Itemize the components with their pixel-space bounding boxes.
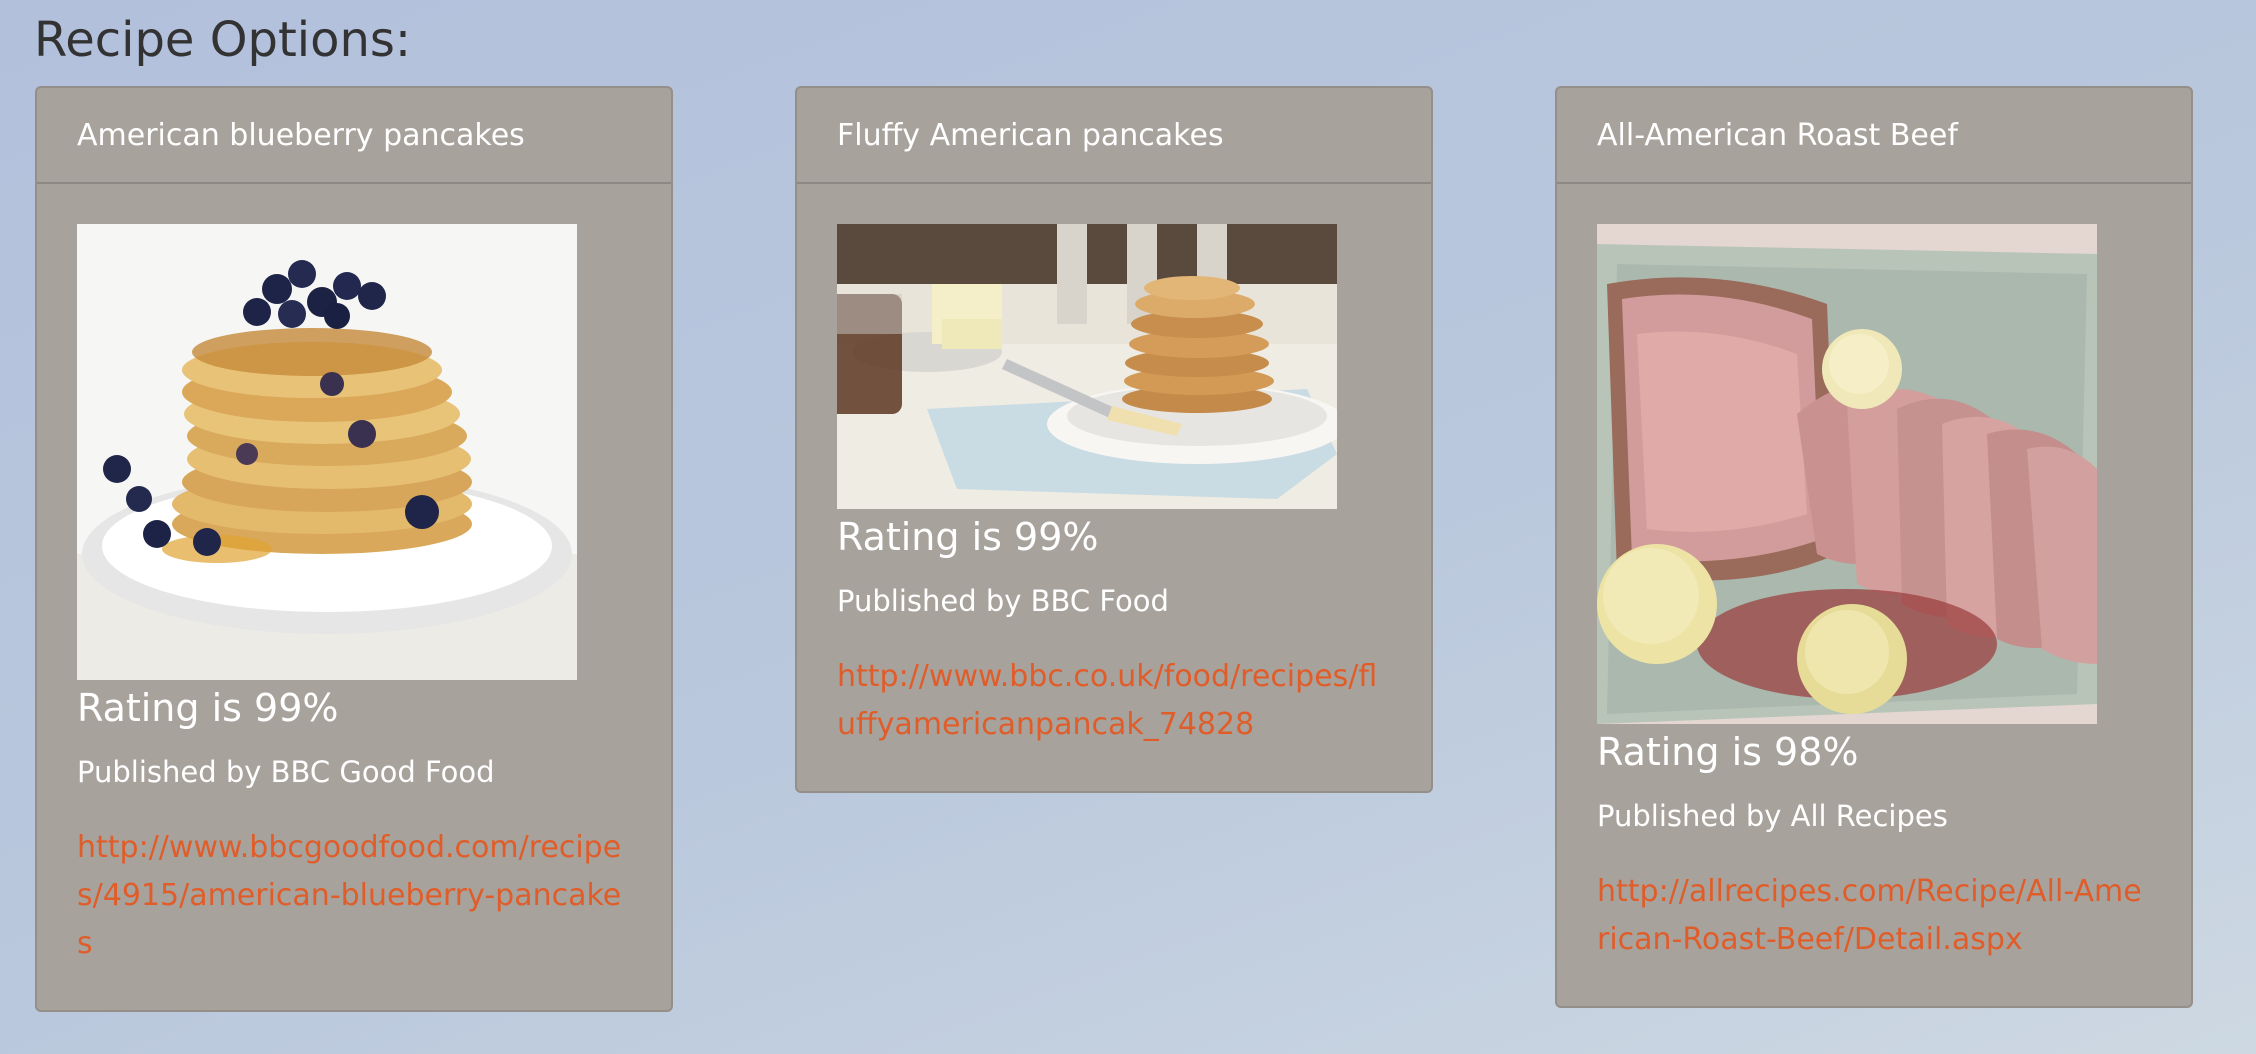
recipe-rating: Rating is 99% [77,686,339,730]
recipe-card-body: Rating is 99% Published by BBC Food http… [797,184,1431,791]
recipe-publisher: Published by All Recipes [1597,799,1948,833]
recipe-card-roast-beef: All-American Roast Beef Rating is 98% Pu… [1555,86,2193,1008]
page-title: Recipe Options: [34,12,412,68]
recipe-title: Fluffy American pancakes [837,117,1224,153]
recipe-card-header: All-American Roast Beef [1557,88,2191,184]
blueberry-pancakes-photo-icon [77,224,577,680]
recipe-card-body: Rating is 98% Published by All Recipes h… [1557,184,2191,1006]
recipe-url-link[interactable]: http://allrecipes.com/Recipe/All-America… [1597,868,2151,964]
recipe-title: American blueberry pancakes [77,117,525,153]
recipe-card-header: American blueberry pancakes [37,88,671,184]
recipe-rating: Rating is 99% [837,515,1099,559]
recipe-publisher: Published by BBC Food [837,584,1169,618]
recipe-url-link[interactable]: http://www.bbc.co.uk/food/recipes/fluffy… [837,653,1391,749]
fluffy-pancakes-image [837,224,1337,509]
recipe-url-link[interactable]: http://www.bbcgoodfood.com/recipes/4915/… [77,824,631,968]
fluffy-pancakes-photo-icon [837,224,1337,509]
recipe-card-blueberry-pancakes: American blueberry pancakes Rating is 99… [35,86,673,1012]
recipe-title: All-American Roast Beef [1597,117,1958,153]
recipe-card-body: Rating is 99% Published by BBC Good Food… [37,184,671,1010]
roast-beef-photo-icon [1597,224,2097,724]
recipe-publisher: Published by BBC Good Food [77,755,495,789]
blueberry-pancakes-image [77,224,577,680]
recipe-card-fluffy-pancakes: Fluffy American pancakes Rating is 99% P… [795,86,1433,793]
roast-beef-image [1597,224,2097,724]
recipe-card-header: Fluffy American pancakes [797,88,1431,184]
recipe-rating: Rating is 98% [1597,730,1859,774]
